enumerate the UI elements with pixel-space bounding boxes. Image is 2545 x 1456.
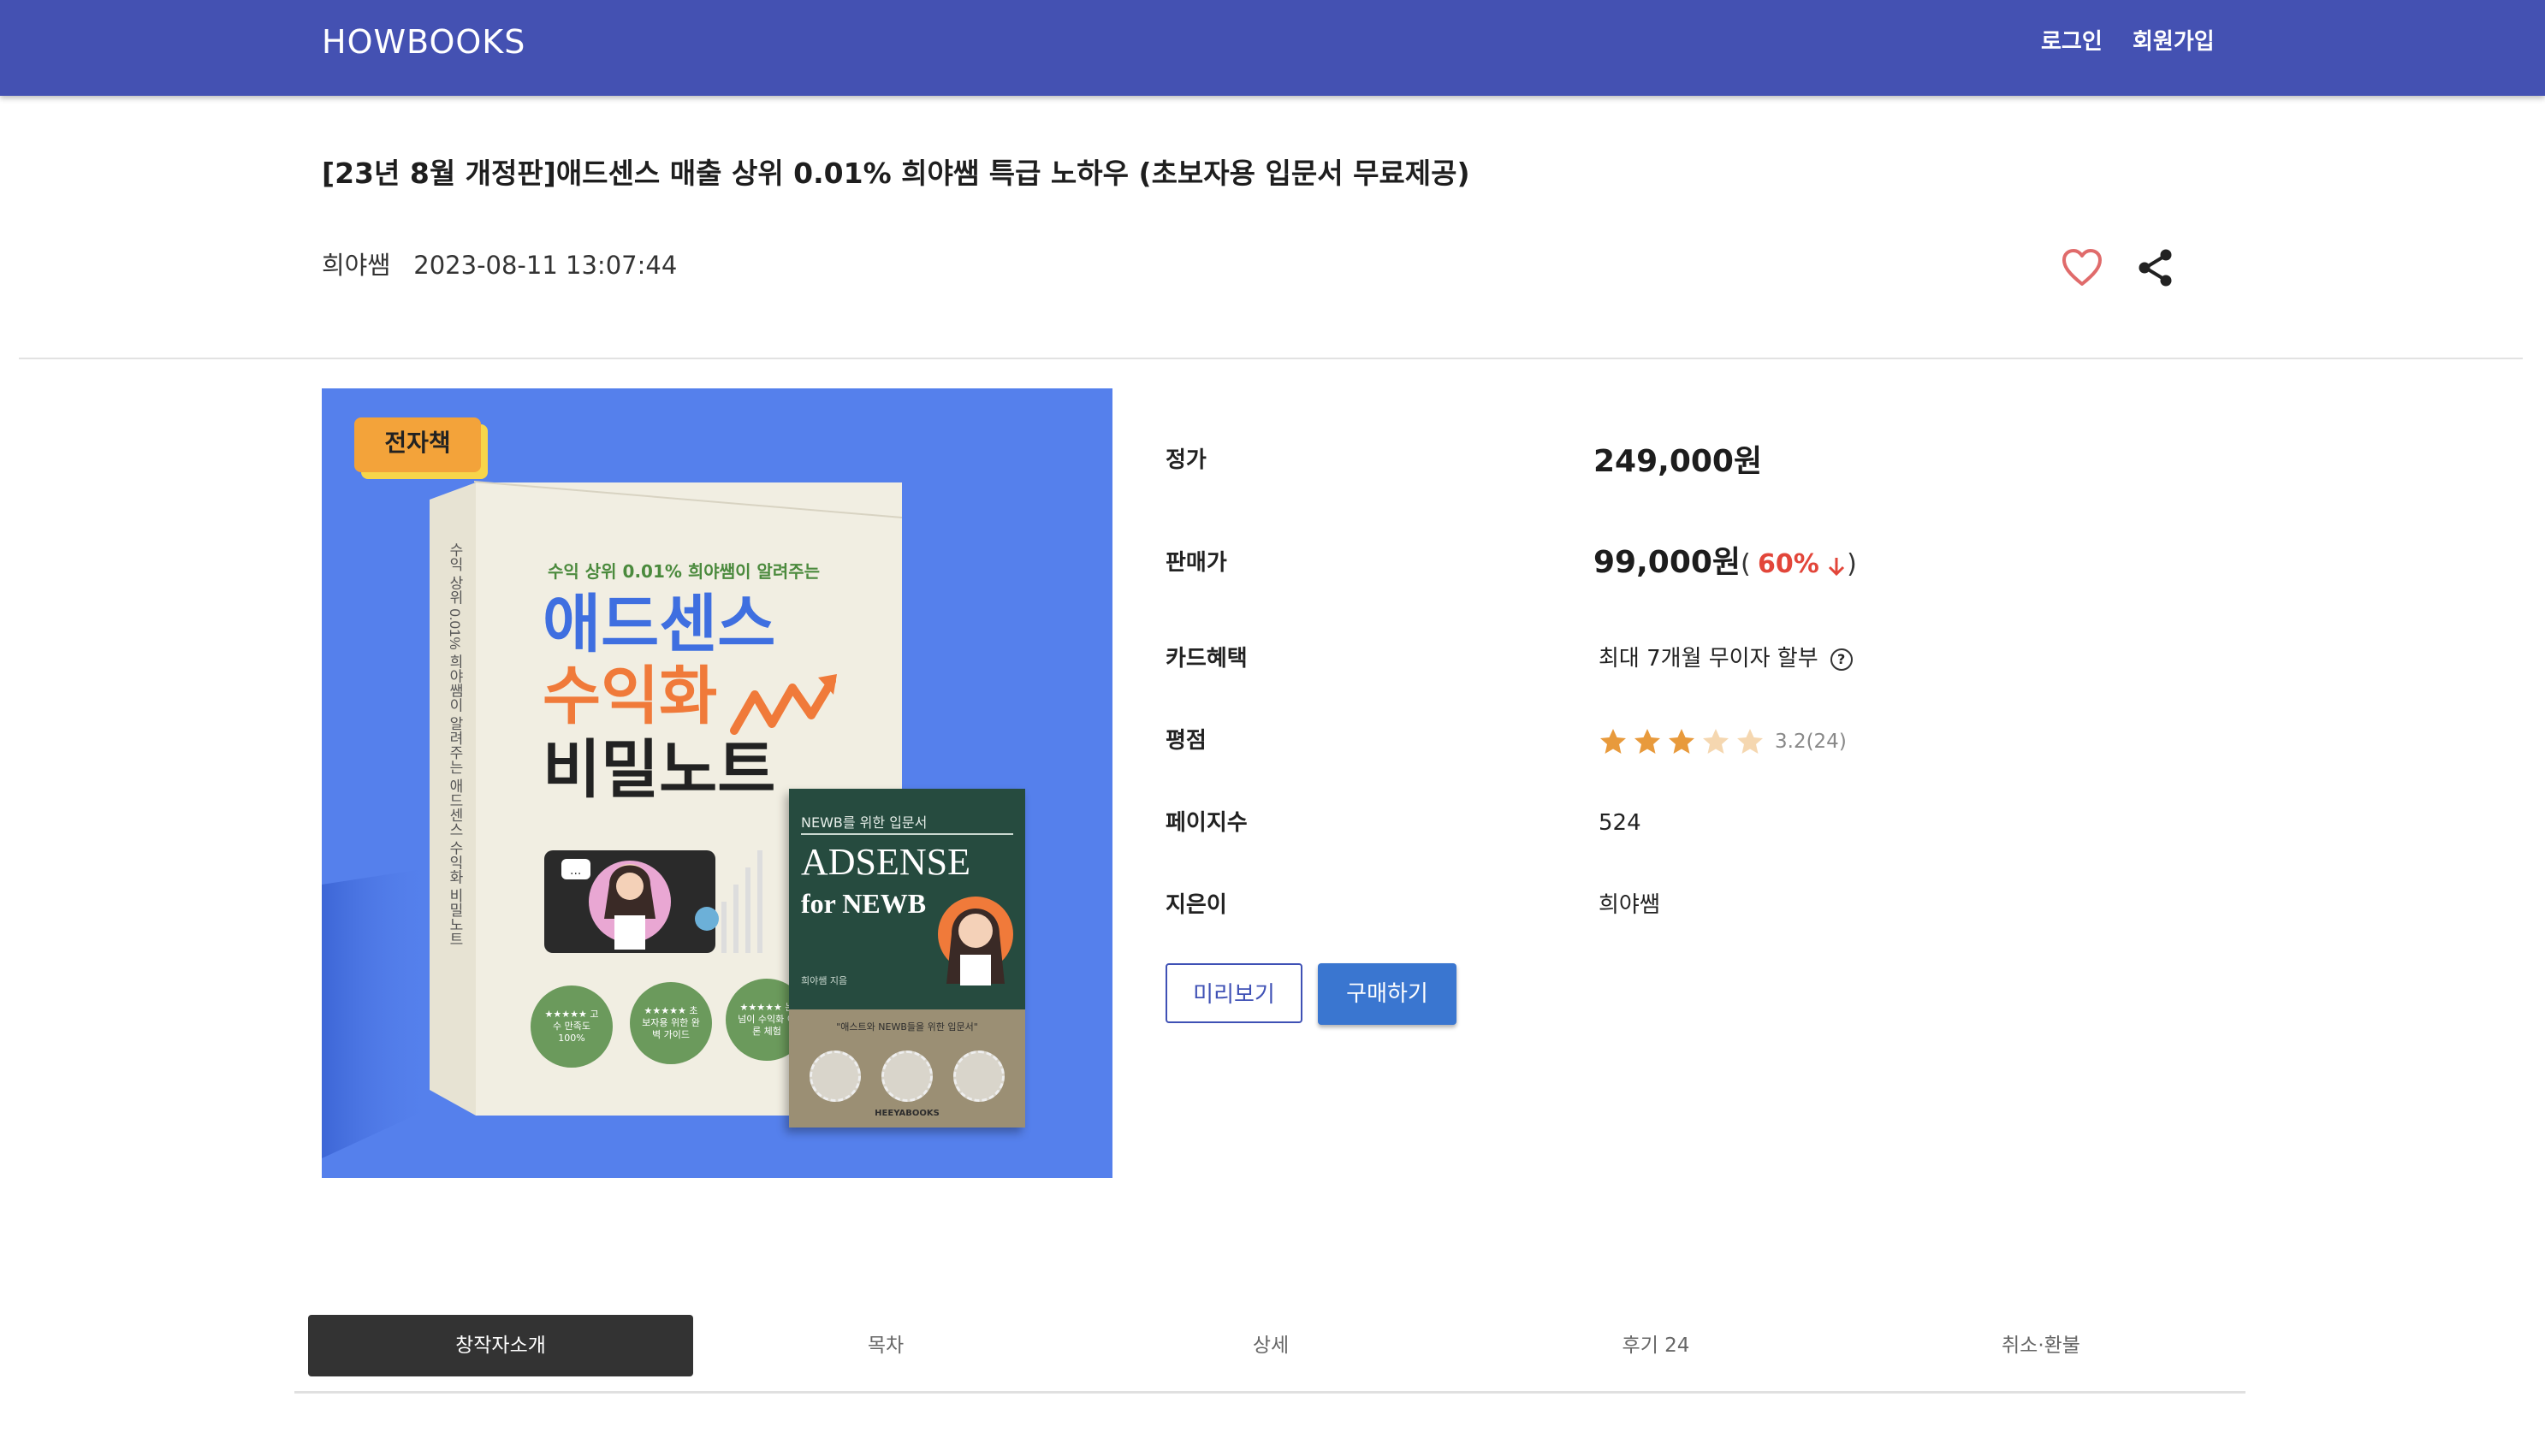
star-icon [1669,729,1694,754]
feature-circle-1: ★★★★★ 고수 만족도 100% [531,985,613,1068]
star-icon [1634,729,1660,754]
tab-details[interactable]: 상세 [1078,1315,1463,1376]
spine-text: 수익 상위 0.01% 희야쌤이 알려주는 애드센스 수익화 비밀노트 [447,542,463,947]
feature-circle-2: ★★★★★ 초보자용 위한 완벽 가이드 [630,982,712,1064]
pages-value: 524 [1599,810,1641,836]
rating-value: 3.2(24) [1599,725,1847,757]
detail-tabs: 창작자소개 목차 상세 후기 24 취소·환불 [294,1312,2245,1394]
section-divider [19,358,2523,359]
product-meta: 희야쌤 2023-08-11 13:07:44 [322,248,677,282]
post-datetime: 2023-08-11 13:07:44 [413,251,678,280]
list-price-value: 249,000원 [1593,444,1763,479]
pages-label: 페이지수 [1166,810,1248,836]
small-book-tag: NEWB를 위한 입문서 [801,814,928,831]
trend-arrow-icon [730,674,837,735]
list-price-label: 정가 [1166,447,1207,473]
small-book-title1: ADSENSE [801,841,971,883]
small-book-cover: NEWB를 위한 입문서 ADSENSE for NEWB 희야쌤 지음 "애스… [789,789,1025,1128]
star-icon [1600,729,1626,754]
sale-price-value: 99,000원( 60% ) [1593,545,1857,580]
small-book-quote: "애스트와 NEWB들을 위한 입문서" [836,1021,978,1033]
buy-button[interactable]: 구매하기 [1318,963,1456,1025]
svg-text:...: ... [570,864,581,878]
signup-link[interactable]: 회원가입 [2133,26,2215,58]
tab-contents[interactable]: 목차 [693,1315,1078,1376]
card-benefit-label: 카드혜택 [1166,646,1248,672]
wishlist-button[interactable] [2061,248,2103,287]
star-icon [1703,729,1729,754]
tab-refund[interactable]: 취소·환불 [1848,1315,2234,1376]
author-value: 희야쌤 [1599,892,1660,918]
rating-label: 평점 [1166,728,1207,754]
book-title-line3: 비밀노트 [543,733,776,807]
star-icon [1737,729,1763,754]
small-book-title2: for NEWB [801,888,927,919]
discount-rate: 60% [1758,549,1819,579]
help-circle-icon[interactable]: ? [1830,648,1853,671]
small-book-author: 희야쌤 지음 [801,975,848,986]
share-button[interactable] [2136,248,2175,287]
book-title-line2: 수익화 [543,660,718,733]
rating-text: 3.2(24) [1775,730,1847,753]
site-logo[interactable]: HOWBOOKS [322,22,525,62]
ebook-badge: 전자책 [354,417,481,472]
top-nav-bar: HOWBOOKS 로그인 회원가입 [0,0,2545,96]
sale-price-label: 판매가 [1166,550,1227,576]
small-book-character [938,897,1013,985]
heart-outline-icon [2062,249,2102,286]
product-cover-image: 수익 상위 0.01% 희야쌤이 알려주는 애드센스 수익화 비밀노트 전자책 … [322,388,1112,1178]
product-title: [23년 8월 개정판]애드센스 매출 상위 0.01% 희야쌤 특급 노하우 … [322,157,1470,190]
sale-price: 99,000원 [1593,545,1741,580]
card-benefit-value: 최대 7개월 무이자 할부? [1599,643,1853,674]
book-title-line1: 애드센스 [543,588,776,661]
book-subtitle: 수익 상위 0.01% 희야쌤이 알려주는 [548,561,821,582]
preview-button[interactable]: 미리보기 [1166,963,1302,1023]
creator-name[interactable]: 희야쌤 [322,251,390,280]
small-book-publisher: HEEYABOOKS [875,1109,940,1118]
rating-stars [1599,726,1770,757]
author-label: 지은이 [1166,892,1227,918]
login-link[interactable]: 로그인 [2041,26,2103,58]
tab-creator-intro[interactable]: 창작자소개 [308,1315,693,1376]
tab-reviews[interactable]: 후기 24 [1463,1315,1848,1376]
illustration-laptop-character: ... [544,850,762,953]
arrow-down-icon [1829,557,1845,576]
share-icon [2139,249,2172,287]
